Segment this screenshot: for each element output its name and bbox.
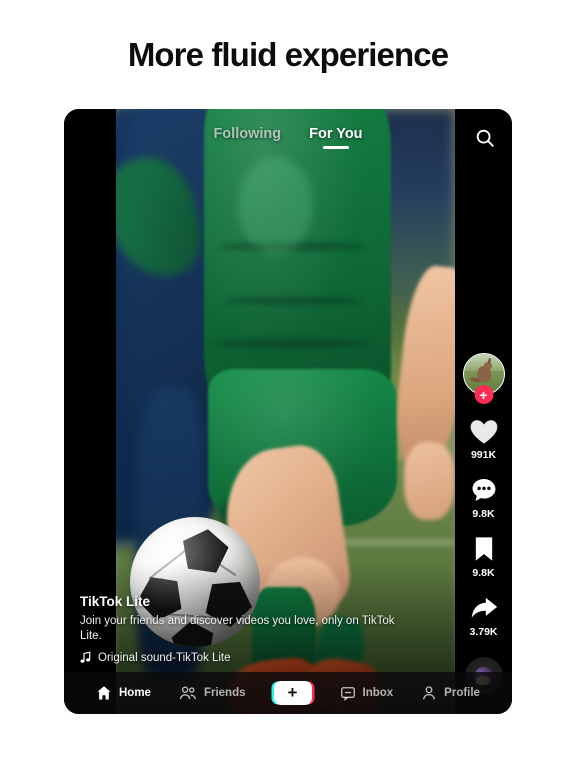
bottom-navigation: Home Friends + Inbox Profile [64, 672, 512, 714]
create-video-button[interactable]: + [273, 681, 312, 705]
avatar[interactable]: + [462, 353, 505, 404]
player-hand [404, 441, 455, 521]
caption-music-label: Original sound-TikTok Lite [98, 651, 231, 664]
bookmark-count: 9.8K [472, 567, 495, 579]
follow-plus-icon[interactable]: + [474, 385, 493, 404]
tab-for-you[interactable]: For You [309, 126, 362, 149]
music-note-icon [80, 651, 91, 663]
comment-icon [472, 479, 495, 501]
action-rail: + 991K 9.8K 9.8K 3.79K [455, 353, 512, 695]
top-navigation: Following For You [64, 109, 512, 165]
video-player-card[interactable]: Following For You + 991K 9.8K 9.8K 3.79K… [64, 109, 512, 714]
comment-count: 9.8K [472, 508, 495, 520]
bookmark-icon [475, 537, 492, 561]
jersey-highlight [238, 157, 313, 255]
caption-block: TikTok Lite Join your friends and discov… [80, 594, 410, 664]
bottom-nav-home[interactable]: Home [96, 685, 151, 701]
jersey-fold [224, 296, 364, 305]
bottom-nav-friends-label: Friends [203, 687, 246, 699]
bottom-nav-inbox-label: Inbox [362, 687, 394, 699]
caption-music-row[interactable]: Original sound-TikTok Lite [80, 651, 410, 664]
home-icon [97, 686, 111, 700]
share-count: 3.79K [469, 626, 498, 638]
share-button[interactable]: 3.79K [469, 594, 499, 638]
page-title: More fluid experience [127, 36, 449, 73]
search-icon[interactable] [474, 127, 496, 149]
bottom-nav-inbox[interactable]: Inbox [340, 685, 394, 701]
caption-text: Join your friends and discover videos yo… [80, 615, 395, 643]
plus-icon: + [287, 682, 298, 702]
bottom-nav-home-label: Home [119, 687, 151, 699]
share-icon [471, 597, 497, 618]
bottom-nav-profile[interactable]: Profile [421, 685, 480, 701]
bottom-nav-friends[interactable]: Friends [179, 685, 246, 701]
like-count: 991K [470, 449, 497, 461]
tab-following[interactable]: Following [213, 126, 281, 149]
profile-icon [423, 686, 436, 700]
jersey-fold [214, 338, 371, 348]
inbox-icon [340, 687, 355, 701]
like-button[interactable]: 991K [469, 417, 499, 461]
comment-button[interactable]: 9.8K [469, 476, 499, 520]
friends-icon [179, 686, 196, 700]
heart-icon [470, 420, 497, 444]
bookmark-button[interactable]: 9.8K [471, 535, 497, 579]
caption-author[interactable]: TikTok Lite [80, 594, 410, 609]
bottom-nav-profile-label: Profile [444, 687, 480, 699]
